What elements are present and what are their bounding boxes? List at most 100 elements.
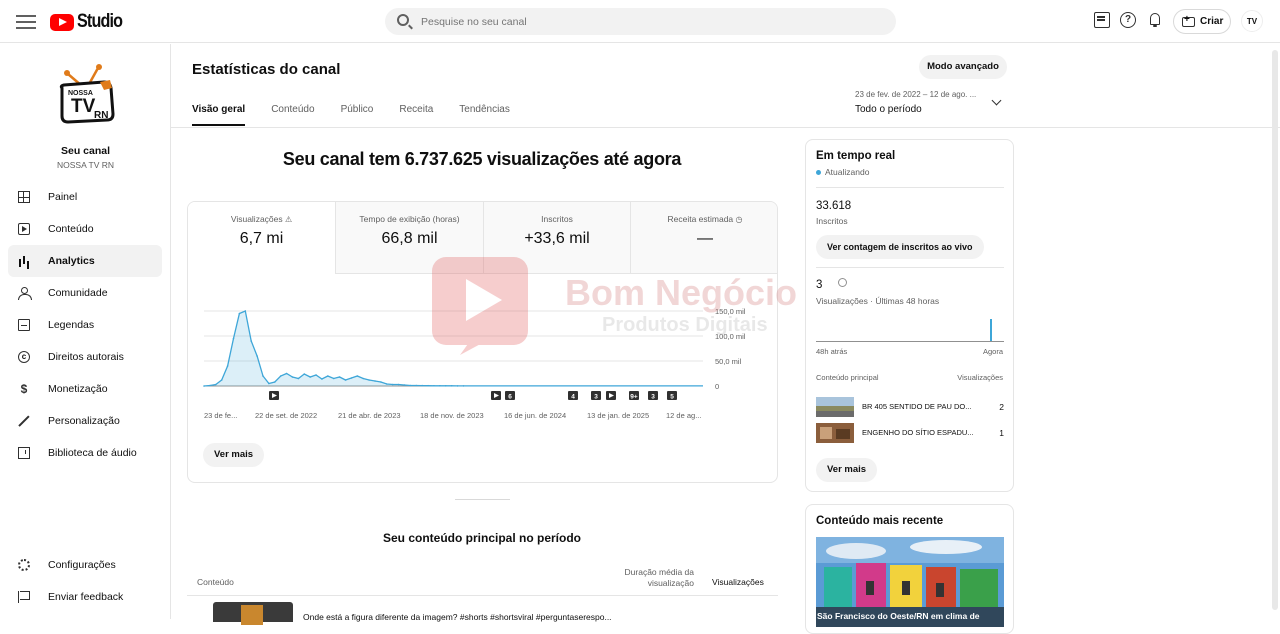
realtime-views-chart[interactable] <box>816 312 1004 342</box>
sidebar-item-label: Personalização <box>48 415 120 427</box>
sidebar-item-biblioteca-audio[interactable]: Biblioteca de áudio <box>8 437 162 469</box>
app-name: Studio <box>77 11 123 32</box>
realtime-card: Em tempo real Atualizando 33.618 Inscrit… <box>805 139 1014 492</box>
video-thumbnail <box>816 423 854 443</box>
live-subscriber-count-button[interactable]: Ver contagem de inscritos ao vivo <box>816 235 984 259</box>
data-point <box>232 337 235 340</box>
hamburger-menu-icon[interactable] <box>16 12 36 32</box>
search-input[interactable] <box>421 8 881 35</box>
sidebar-item-label: Legendas <box>48 319 95 331</box>
views-chart[interactable]: 150,0 mil 100,0 mil 50,0 mil 0 6 4 3 9+ 3 5 23 de … <box>188 274 777 424</box>
feed-icon[interactable] <box>1094 12 1110 28</box>
sidebar-item-legendas[interactable]: Legendas <box>8 309 162 341</box>
data-point <box>226 365 229 367</box>
tabs-divider <box>171 127 1280 128</box>
data-point <box>262 375 264 377</box>
copyright-icon: c <box>18 351 30 363</box>
realtime-title: Em tempo real <box>816 150 896 162</box>
top-content-table-header: Conteúdo Duração média da visualização V… <box>187 566 778 596</box>
monetization-icon: $ <box>20 382 28 396</box>
realtime-views-value: 3 <box>816 279 823 291</box>
list-item[interactable]: ENGENHO DO SÍTIO ESPADU... 1 <box>816 423 1004 443</box>
x-tick-label: 22 de set. de 2022 <box>255 411 317 420</box>
sidebar-item-comunidade[interactable]: Comunidade <box>8 277 162 309</box>
data-point <box>273 381 276 383</box>
sidebar-item-conteudo[interactable]: Conteúdo <box>8 213 162 245</box>
marker-count: 3 <box>651 394 655 401</box>
top-bar: Studio ? Criar TV <box>0 0 1280 43</box>
metric-revenue[interactable]: Receita estimada ◷ — <box>631 202 777 274</box>
data-point <box>203 385 205 387</box>
list-item-views: 1 <box>999 428 1004 438</box>
advanced-mode-button[interactable]: Modo avançado <box>919 55 1007 79</box>
sidebar-item-analytics[interactable]: Analytics <box>8 245 162 277</box>
video-count-marker: 3 <box>591 391 601 401</box>
search-icon[interactable] <box>397 14 409 26</box>
date-range-dates: 23 de fev. de 2022 – 12 de ago. ... <box>855 90 977 99</box>
list-item-title: BR 405 SENTIDO DE PAU DO... <box>862 402 972 411</box>
data-point <box>433 384 435 387</box>
tab-visao-geral[interactable]: Visão geral <box>192 104 246 126</box>
data-point <box>421 384 423 387</box>
sidebar-item-label: Comunidade <box>48 287 108 299</box>
channel-logo[interactable]: NOSSA TV RN <box>54 60 116 130</box>
content-thumbnail[interactable] <box>213 602 293 625</box>
metric-subscribers[interactable]: Inscritos +33,6 mil <box>484 202 631 274</box>
data-point <box>409 384 412 387</box>
sidebar-item-configuracoes[interactable]: Configurações <box>8 549 162 581</box>
col-header-views[interactable]: Visualizações <box>712 577 764 587</box>
tab-receita[interactable]: Receita <box>399 104 433 126</box>
data-point <box>321 378 323 380</box>
metric-watch-time[interactable]: Tempo de exibição (horas) 66,8 mil <box>336 202 484 274</box>
tab-tendencias[interactable]: Tendências <box>459 104 510 126</box>
account-avatar[interactable]: TV <box>1241 10 1263 32</box>
sidebar-item-painel[interactable]: Painel <box>8 181 162 213</box>
marker-count: 9+ <box>630 394 638 401</box>
create-button[interactable]: Criar <box>1173 9 1231 34</box>
data-point <box>303 373 306 375</box>
y-tick-label: 50,0 mil <box>715 357 742 366</box>
col-header-avg-duration[interactable]: Duração média da visualização <box>607 567 694 589</box>
sidebar-item-label: Monetização <box>48 383 108 395</box>
page-scrollbar[interactable] <box>1272 50 1278 610</box>
notifications-bell-icon[interactable] <box>1147 12 1163 28</box>
x-tick-label: 12 de ag... <box>666 411 701 420</box>
sidebar-item-direitos-autorais[interactable]: c Direitos autorais <box>8 341 162 373</box>
feedback-icon <box>18 591 30 603</box>
create-video-icon <box>1182 14 1195 27</box>
metric-views[interactable]: Visualizações ⚠ 6,7 mi <box>188 202 336 274</box>
col-header-content[interactable]: Conteúdo <box>197 577 234 587</box>
series-line <box>203 310 703 387</box>
data-point <box>462 385 465 387</box>
list-item[interactable]: BR 405 SENTIDO DE PAU DO... 2 <box>816 397 1004 417</box>
marker-count: 6 <box>508 394 512 401</box>
data-point <box>439 385 441 387</box>
x-tick-label: 23 de fe... <box>204 411 237 420</box>
data-point <box>291 376 294 378</box>
overview-see-more-button[interactable]: Ver mais <box>203 443 265 467</box>
sidebar-item-label: Conteúdo <box>48 223 94 235</box>
x-tick-label: 13 de jan. de 2025 <box>587 411 649 420</box>
y-tick-label: 100,0 mil <box>715 332 746 341</box>
tab-publico[interactable]: Público <box>341 104 374 126</box>
date-range-selector[interactable]: 23 de fev. de 2022 – 12 de ago. ... Todo… <box>855 90 1005 115</box>
sidebar-item-enviar-feedback[interactable]: Enviar feedback <box>8 581 162 613</box>
content-row-title[interactable]: Onde está a figura diferente da imagem? … <box>303 612 612 622</box>
sidebar-item-personalizacao[interactable]: Personalização <box>8 405 162 437</box>
data-point <box>368 379 370 381</box>
channel-logo-tv: TV <box>71 96 96 117</box>
video-count-marker: 9+ <box>629 391 639 401</box>
tab-conteudo[interactable]: Conteúdo <box>271 104 314 126</box>
recent-content-card: Conteúdo mais recente São Francisco do O… <box>805 504 1014 634</box>
overview-headline: Seu canal tem 6.737.625 visualizações at… <box>282 149 682 169</box>
info-icon[interactable] <box>838 278 847 287</box>
help-icon[interactable]: ? <box>1120 12 1136 28</box>
realtime-see-more-button[interactable]: Ver mais <box>816 458 878 482</box>
sidebar: NOSSA TV RN Seu canal NOSSA TV RN Painel… <box>0 44 171 619</box>
video-thumbnail <box>816 397 854 417</box>
search-bar[interactable] <box>385 8 896 35</box>
studio-logo[interactable]: Studio <box>50 11 130 33</box>
metric-views-value: 6,7 mi <box>239 230 284 247</box>
sidebar-item-monetizacao[interactable]: $ Monetização <box>8 373 162 405</box>
create-button-label: Criar <box>1200 16 1224 27</box>
